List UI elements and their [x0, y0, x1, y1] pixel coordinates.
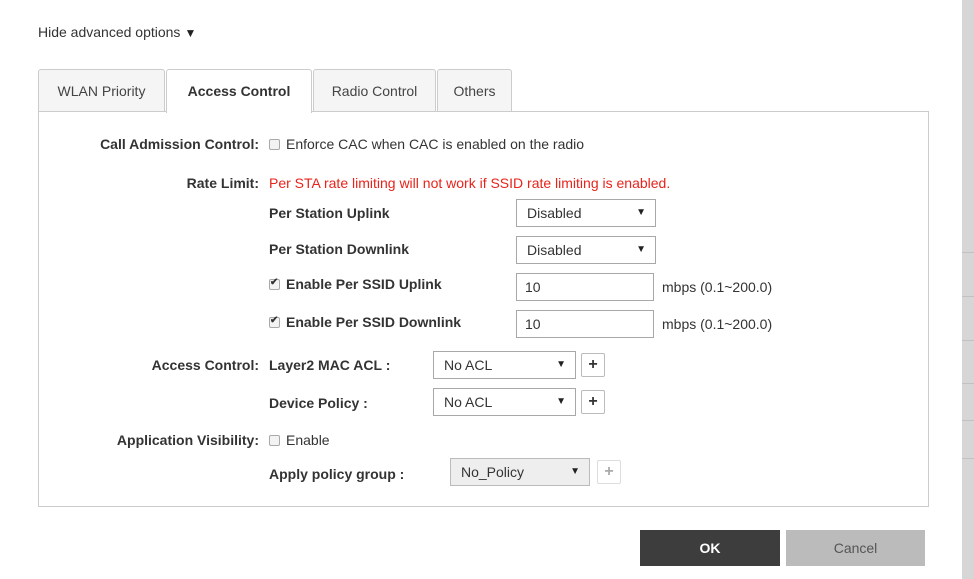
tab-wlan-priority[interactable]: WLAN Priority — [38, 69, 165, 112]
layer2-mac-acl-value: No ACL — [444, 357, 493, 373]
per-ssid-uplink-unit: mbps (0.1~200.0) — [662, 279, 773, 295]
per-station-downlink-value: Disabled — [527, 242, 582, 258]
enforce-cac-label: Enforce CAC when CAC is enabled on the r… — [286, 136, 585, 152]
per-station-downlink-label: Per Station Downlink — [269, 241, 410, 257]
access-control-panel: Call Admission Control: Enforce CAC when… — [38, 111, 929, 507]
tab-access-control[interactable]: Access Control — [166, 69, 312, 113]
caret-down-icon: ▼ — [556, 359, 566, 370]
per-ssid-downlink-input[interactable]: 10 — [516, 310, 654, 338]
enforce-cac-checkbox[interactable]: Enforce CAC when CAC is enabled on the r… — [269, 136, 584, 152]
apply-policy-group-label: Apply policy group : — [269, 466, 405, 482]
triangle-down-icon: ▼ — [184, 26, 197, 40]
cancel-button[interactable]: Cancel — [786, 530, 925, 566]
access-control-label: Access Control: — [151, 357, 259, 373]
call-admission-control-label: Call Admission Control: — [100, 136, 259, 152]
ok-button[interactable]: OK — [640, 530, 780, 566]
app-visibility-enable-label: Enable — [286, 432, 330, 448]
caret-down-icon: ▼ — [570, 466, 580, 477]
device-policy-select[interactable]: No ACL ▼ — [433, 388, 576, 416]
device-policy-value: No ACL — [444, 394, 493, 410]
tab-others[interactable]: Others — [437, 69, 512, 112]
advanced-toggle-label: Hide advanced options — [38, 24, 181, 40]
layer2-mac-acl-select[interactable]: No ACL ▼ — [433, 351, 576, 379]
per-ssid-uplink-input[interactable]: 10 — [516, 273, 654, 301]
per-station-uplink-value: Disabled — [527, 205, 582, 221]
add-layer2-acl-button[interactable]: + — [581, 353, 605, 377]
application-visibility-label: Application Visibility: — [116, 432, 259, 448]
policy-group-select[interactable]: No_Policy ▼ — [450, 458, 590, 486]
per-ssid-downlink-label: Enable Per SSID Downlink — [286, 314, 462, 330]
hide-advanced-options-toggle[interactable]: Hide advanced options ▼ — [38, 24, 196, 40]
checkbox-icon[interactable] — [269, 435, 280, 446]
per-station-uplink-select[interactable]: Disabled ▼ — [516, 199, 656, 227]
caret-down-icon: ▼ — [636, 207, 646, 218]
device-policy-label: Device Policy : — [269, 395, 368, 411]
rate-limit-warning: Per STA rate limiting will not work if S… — [269, 175, 671, 191]
scrollbar[interactable] — [962, 0, 974, 579]
tab-radio-control[interactable]: Radio Control — [313, 69, 436, 112]
checkbox-checked-icon[interactable] — [269, 315, 280, 328]
caret-down-icon: ▼ — [636, 244, 646, 255]
policy-group-value: No_Policy — [461, 464, 525, 480]
per-ssid-uplink-checkbox[interactable]: Enable Per SSID Uplink — [269, 276, 442, 292]
per-ssid-downlink-unit: mbps (0.1~200.0) — [662, 316, 773, 332]
layer2-mac-acl-label: Layer2 MAC ACL : — [269, 357, 391, 373]
per-ssid-uplink-label: Enable Per SSID Uplink — [286, 276, 442, 292]
per-ssid-downlink-checkbox[interactable]: Enable Per SSID Downlink — [269, 314, 461, 330]
checkbox-checked-icon[interactable] — [269, 277, 280, 290]
add-device-policy-button[interactable]: + — [581, 390, 605, 414]
caret-down-icon: ▼ — [556, 396, 566, 407]
per-station-uplink-label: Per Station Uplink — [269, 205, 390, 221]
checkbox-icon[interactable] — [269, 139, 280, 150]
app-visibility-enable-checkbox[interactable]: Enable — [269, 432, 330, 448]
add-policy-group-button[interactable]: + — [597, 460, 621, 484]
per-station-downlink-select[interactable]: Disabled ▼ — [516, 236, 656, 264]
rate-limit-label: Rate Limit: — [186, 175, 259, 191]
